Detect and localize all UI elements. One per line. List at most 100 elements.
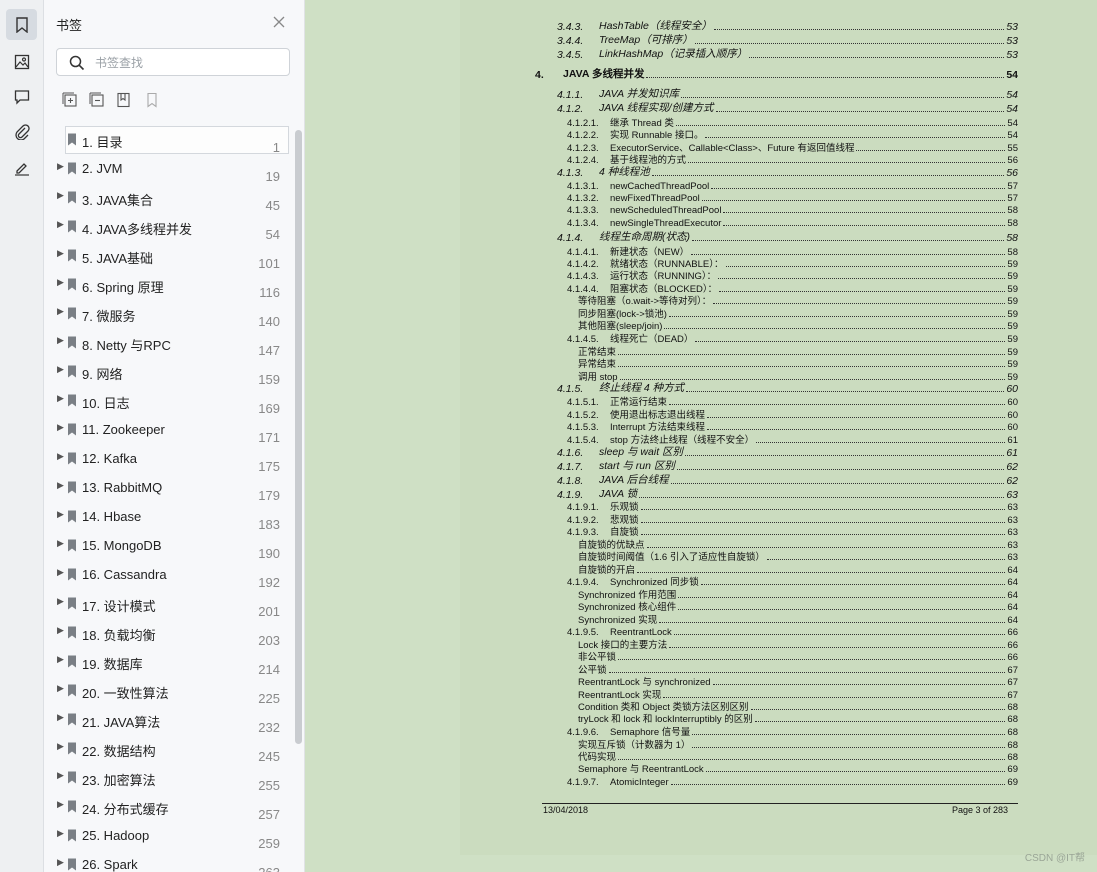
bookmark-item[interactable]: ▶ 10. 日志 169	[44, 386, 292, 416]
chevron-right-icon[interactable]: ▶	[57, 191, 64, 201]
bookmark-item[interactable]: ▶ 12. Kafka 175	[44, 444, 292, 474]
chevron-right-icon[interactable]: ▶	[57, 481, 64, 491]
toc-entry[interactable]: 非公平锁 66	[578, 650, 1018, 663]
toc-entry[interactable]: 4.1.3.3. newScheduledThreadPool 58	[567, 203, 1018, 216]
bookmark-item[interactable]: ▶ 25. Hadoop 259	[44, 821, 292, 851]
bookmark-panel-button[interactable]	[6, 9, 37, 40]
bookmark-item[interactable]: ▶ 18. 负载均衡 203	[44, 618, 292, 648]
toc-entry[interactable]: 4.1.9.3. 自旋锁 63	[567, 525, 1018, 538]
toc-entry[interactable]: 4.1.9.6. Semaphore 信号量 68	[567, 725, 1018, 738]
chevron-right-icon[interactable]: ▶	[57, 336, 64, 346]
toc-entry[interactable]: tryLock 和 lock 和 lockInterruptibly 的区别 68	[578, 712, 1018, 725]
bookmark-search-input[interactable]	[93, 53, 287, 73]
bookmark-item[interactable]: ▶ 5. JAVA基础 101	[44, 241, 292, 271]
bookmark-item[interactable]: ▶ 2. JVM 19	[44, 154, 292, 184]
chevron-right-icon[interactable]: ▶	[57, 510, 64, 520]
toc-entry[interactable]: 异常结束 59	[578, 357, 1018, 370]
toc-entry[interactable]: 4.1.1. JAVA 并发知识库 54	[557, 88, 1018, 101]
bookmark-item[interactable]: ▶ 6. Spring 原理 116	[44, 270, 292, 300]
bookmark-item[interactable]: ▶ 20. 一致性算法 225	[44, 676, 292, 706]
bookmark-item[interactable]: ▶ 4. JAVA多线程并发 54	[44, 212, 292, 242]
toc-entry[interactable]: 4.1.2.4. 基于线程池的方式 56	[567, 153, 1018, 166]
toc-entry[interactable]: 3.4.5. LinkHashMap（记录插入顺序） 53	[557, 48, 1018, 61]
chevron-right-icon[interactable]: ▶	[57, 452, 64, 462]
toc-entry[interactable]: 4.1.5.4. stop 方法终止线程（线程不安全） 61	[567, 433, 1018, 446]
toc-entry[interactable]: 3.4.3. HashTable（线程安全） 53	[557, 20, 1018, 33]
chevron-right-icon[interactable]: ▶	[57, 365, 64, 375]
chevron-right-icon[interactable]: ▶	[57, 771, 64, 781]
add-bookmark-button[interactable]	[116, 92, 134, 110]
bookmark-item[interactable]: ▶ 24. 分布式缓存 257	[44, 792, 292, 822]
bookmark-scrollbar[interactable]	[295, 130, 302, 744]
comment-panel-button[interactable]	[6, 81, 37, 112]
bookmark-item[interactable]: ▶ 14. Hbase 183	[44, 502, 292, 532]
toc-entry[interactable]: 4.1.9.7. AtomicInteger 69	[567, 775, 1018, 788]
chevron-right-icon[interactable]: ▶	[57, 684, 64, 694]
toc-entry[interactable]: 4.1.6. sleep 与 wait 区别 61	[557, 446, 1018, 459]
chevron-right-icon[interactable]: ▶	[57, 800, 64, 810]
chevron-right-icon[interactable]: ▶	[57, 713, 64, 723]
bookmark-item[interactable]: ▶ 16. Cassandra 192	[44, 560, 292, 590]
toc-entry[interactable]: Synchronized 核心组件 64	[578, 600, 1018, 613]
close-panel-button[interactable]	[272, 14, 288, 30]
attachment-panel-button[interactable]	[6, 116, 37, 147]
collapse-all-button[interactable]	[89, 92, 107, 110]
chevron-right-icon[interactable]: ▶	[57, 597, 64, 607]
toc-entry[interactable]: Semaphore 与 ReentrantLock 69	[578, 762, 1018, 775]
chevron-right-icon[interactable]: ▶	[57, 858, 64, 868]
toc-entry[interactable]: 4.1.5.3. Interrupt 方法结束线程 60	[567, 420, 1018, 433]
toc-entry[interactable]: 4.1.8. JAVA 后台线程 62	[557, 474, 1018, 487]
bookmark-item[interactable]: ▶ 9. 网络 159	[44, 357, 292, 387]
toc-entry[interactable]: 4.1.4.5. 线程死亡（DEAD） 59	[567, 332, 1018, 345]
toc-entry[interactable]: 4.1.9.5. ReentrantLock 66	[567, 625, 1018, 638]
chevron-right-icon[interactable]: ▶	[57, 307, 64, 317]
toc-entry[interactable]: 等待阻塞（o.wait->等待对列）： 59	[578, 294, 1018, 307]
toc-entry[interactable]: 4.1.2.2. 实现 Runnable 接口。 54	[567, 128, 1018, 141]
bookmark-item[interactable]: ▶ 21. JAVA算法 232	[44, 705, 292, 735]
toc-entry[interactable]: 4.1.9.4. Synchronized 同步锁 64	[567, 575, 1018, 588]
toc-entry[interactable]: 4.1.9.1. 乐观锁 63	[567, 500, 1018, 513]
chevron-right-icon[interactable]: ▶	[57, 249, 64, 259]
delete-bookmark-button[interactable]	[144, 92, 162, 110]
toc-entry[interactable]: 自旋锁时间阈值（1.6 引入了适应性自旋锁） 63	[578, 550, 1018, 563]
thumbnail-panel-button[interactable]	[6, 46, 37, 77]
chevron-right-icon[interactable]: ▶	[57, 829, 64, 839]
toc-entry[interactable]: 4.1.7. start 与 run 区别 62	[557, 460, 1018, 473]
bookmark-item[interactable]: ▶ 15. MongoDB 190	[44, 531, 292, 561]
expand-all-button[interactable]	[62, 92, 80, 110]
chevron-right-icon[interactable]: ▶	[57, 742, 64, 752]
chevron-right-icon[interactable]: ▶	[57, 568, 64, 578]
toc-entry[interactable]: 其他阻塞(sleep/join) 59	[578, 319, 1018, 332]
toc-entry[interactable]: 4.1.4. 线程生命周期(状态) 58	[557, 231, 1018, 244]
bookmark-item[interactable]: ▶ 8. Netty 与RPC 147	[44, 328, 292, 358]
toc-entry[interactable]: ReentrantLock 与 synchronized 67	[578, 675, 1018, 688]
bookmark-item[interactable]: ▶ 11. Zookeeper 171	[44, 415, 292, 445]
bookmark-item[interactable]: ▶ 22. 数据结构 245	[44, 734, 292, 764]
toc-entry[interactable]: 4.1.5. 终止线程 4 种方式 60	[557, 382, 1018, 395]
bookmark-item[interactable]: ▶ 13. RabbitMQ 179	[44, 473, 292, 503]
bookmark-item[interactable]: ▶ 19. 数据库 214	[44, 647, 292, 677]
signature-panel-button[interactable]	[6, 152, 37, 183]
toc-entry[interactable]: 4.1.3. 4 种线程池 56	[557, 166, 1018, 179]
toc-entry[interactable]: 4.1.3.4. newSingleThreadExecutor 58	[567, 216, 1018, 229]
bookmark-search[interactable]	[56, 48, 290, 76]
bookmark-item[interactable]: 1. 目录 1	[44, 125, 292, 155]
toc-entry[interactable]: 4.1.5.1. 正常运行结束 60	[567, 395, 1018, 408]
chevron-right-icon[interactable]: ▶	[57, 394, 64, 404]
chevron-right-icon[interactable]: ▶	[57, 162, 64, 172]
bookmark-item[interactable]: ▶ 7. 微服务 140	[44, 299, 292, 329]
bookmark-item[interactable]: ▶ 26. Spark 263	[44, 850, 292, 872]
toc-entry[interactable]: 4.1.2. JAVA 线程实现/创建方式 54	[557, 102, 1018, 115]
chevron-right-icon[interactable]: ▶	[57, 626, 64, 636]
chevron-right-icon[interactable]: ▶	[57, 220, 64, 230]
chevron-right-icon[interactable]: ▶	[57, 278, 64, 288]
bookmark-item[interactable]: ▶ 17. 设计模式 201	[44, 589, 292, 619]
bookmark-item[interactable]: ▶ 23. 加密算法 255	[44, 763, 292, 793]
toc-entry[interactable]: 3.4.4. TreeMap（可排序） 53	[557, 34, 1018, 47]
chevron-right-icon[interactable]: ▶	[57, 655, 64, 665]
chevron-right-icon[interactable]: ▶	[57, 539, 64, 549]
toc-entry[interactable]: 4.1.4.3. 运行状态（RUNNING）： 59	[567, 269, 1018, 282]
chevron-right-icon[interactable]: ▶	[57, 423, 64, 433]
toc-entry[interactable]: 4. JAVA 多线程并发 54	[535, 68, 1018, 81]
bookmark-item[interactable]: ▶ 3. JAVA集合 45	[44, 183, 292, 213]
